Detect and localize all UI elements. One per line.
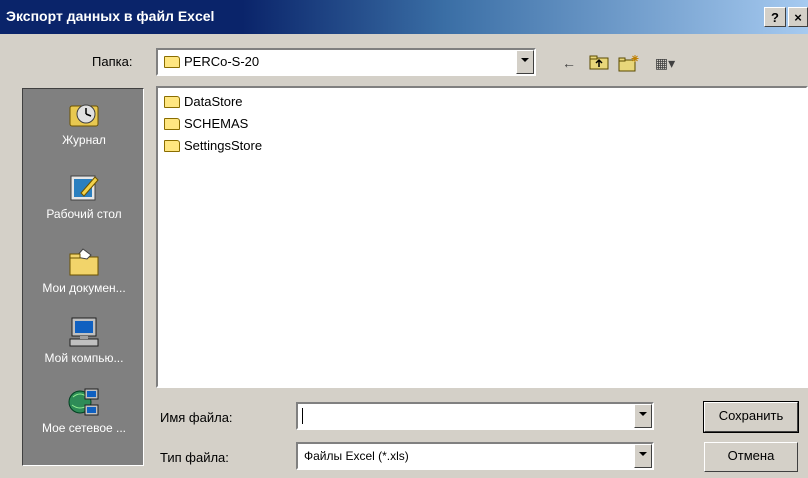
lookin-dropdown-arrow[interactable]: [516, 50, 534, 74]
cancel-button[interactable]: Отмена: [704, 442, 798, 472]
lookin-label: Папка:: [92, 54, 132, 69]
help-button[interactable]: ?: [764, 7, 786, 27]
new-folder-icon[interactable]: [618, 54, 640, 72]
file-name: DataStore: [184, 94, 243, 109]
back-icon[interactable]: ←: [558, 54, 580, 72]
file-name: SettingsStore: [184, 138, 263, 153]
save-button[interactable]: Сохранить: [703, 401, 799, 433]
folder-icon: [164, 55, 180, 68]
filetype-label: Тип файла:: [160, 450, 229, 465]
my-computer-icon: [67, 315, 101, 349]
place-computer[interactable]: Мой компью...: [23, 315, 145, 365]
up-folder-icon[interactable]: [588, 54, 610, 72]
place-label-history: Журнал: [62, 133, 106, 147]
lookin-label-text: Папка:: [92, 54, 133, 69]
close-button[interactable]: ×: [788, 7, 808, 27]
place-network[interactable]: Мое сетевое ...: [23, 385, 145, 435]
filename-dropdown-arrow[interactable]: [634, 404, 652, 428]
list-item[interactable]: SettingsStore: [164, 138, 262, 153]
export-dialog: Экспорт данных в файл Excel ? × Папка: P…: [0, 0, 808, 478]
places-bar: Журнал Рабочий стол Мои докумен... Мой к…: [22, 88, 144, 466]
filename-combo[interactable]: [296, 402, 654, 430]
filename-label: Имя файла:: [160, 410, 233, 425]
filetype-dropdown-arrow[interactable]: [634, 444, 652, 468]
title-bar: Экспорт данных в файл Excel ? ×: [0, 0, 808, 34]
place-label-desktop: Рабочий стол: [46, 207, 122, 221]
lookin-value: PERCo-S-20: [184, 54, 260, 69]
place-label-documents: Мои докумен...: [42, 281, 126, 295]
folder-icon: [164, 139, 180, 152]
place-label-network: Мое сетевое ...: [41, 421, 127, 435]
lookin-value-wrap: PERCo-S-20: [164, 54, 259, 69]
filename-label-text: Имя файла:: [160, 410, 233, 425]
filetype-value: Файлы Excel (*.xls): [304, 449, 409, 463]
list-item[interactable]: DataStore: [164, 94, 243, 109]
desktop-icon: [67, 171, 101, 205]
folder-icon: [164, 117, 180, 130]
text-cursor: [302, 408, 303, 424]
my-documents-icon: [67, 245, 101, 279]
place-history[interactable]: Журнал: [23, 97, 145, 147]
view-menu-icon[interactable]: ▦▾: [650, 54, 680, 72]
place-label-computer: Мой компью...: [44, 351, 124, 365]
window-title: Экспорт данных в файл Excel: [6, 8, 215, 24]
folder-icon: [164, 95, 180, 108]
history-icon: [67, 97, 101, 131]
network-places-icon: [67, 385, 101, 419]
filetype-label-text: Тип файла:: [160, 450, 229, 465]
filetype-combo[interactable]: Файлы Excel (*.xls): [296, 442, 654, 470]
lookin-combo[interactable]: PERCo-S-20: [156, 48, 536, 76]
file-name: SCHEMAS: [184, 116, 249, 131]
place-desktop[interactable]: Рабочий стол: [23, 171, 145, 221]
file-list[interactable]: DataStore SCHEMAS SettingsStore: [156, 86, 808, 388]
place-documents[interactable]: Мои докумен...: [23, 245, 145, 295]
list-item[interactable]: SCHEMAS: [164, 116, 248, 131]
